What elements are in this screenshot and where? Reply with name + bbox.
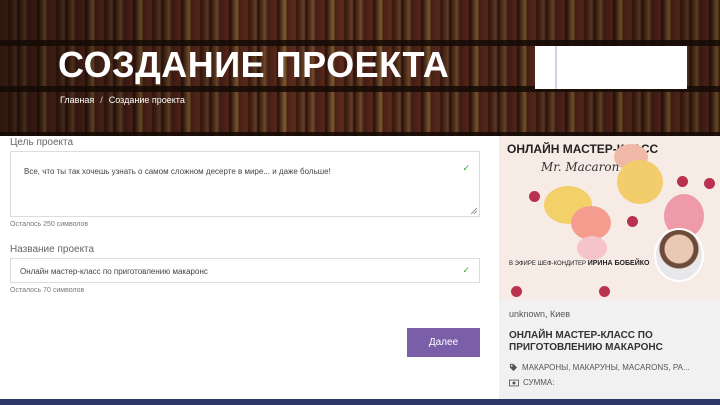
page-header: СОЗДАНИЕ ПРОЕКТА Главная / Создание прое… bbox=[0, 0, 720, 136]
header-blank-panel bbox=[535, 46, 687, 89]
card-sum: СУММА: bbox=[509, 378, 554, 387]
raspberry-shape bbox=[511, 286, 522, 297]
name-label: Название проекта bbox=[10, 244, 95, 255]
goal-hint: Осталось 250 символов bbox=[10, 221, 89, 228]
promo-host: В ЭФИРЕ ШЕФ-КОНДИТЕР ИРИНА БОБЕЙКО bbox=[509, 260, 649, 267]
goal-label: Цель проекта bbox=[10, 137, 74, 148]
project-form: Цель проекта Все, что ты так хочешь узна… bbox=[0, 136, 490, 400]
card-tags: МАКАРОНЫ, МАКАРУНЫ, MACARONS, PA... bbox=[509, 363, 690, 372]
chef-portrait bbox=[654, 228, 704, 282]
macaron-shape bbox=[617, 160, 663, 204]
project-name-input[interactable]: Онлайн мастер-класс по приготовлению мак… bbox=[10, 258, 480, 283]
macaron-shape bbox=[571, 206, 611, 240]
card-location: unknown, Киев bbox=[509, 309, 571, 319]
page-title: СОЗДАНИЕ ПРОЕКТА bbox=[58, 44, 450, 85]
goal-textarea[interactable]: Все, что ты так хочешь узнать о самом сл… bbox=[10, 151, 480, 217]
project-name-text: Онлайн мастер-класс по приготовлению мак… bbox=[20, 267, 208, 276]
raspberry-shape bbox=[704, 178, 715, 189]
promo-brand: Mr. Macaron bbox=[541, 160, 620, 174]
raspberry-shape bbox=[627, 216, 638, 227]
raspberry-shape bbox=[529, 191, 540, 202]
goal-text: Все, что ты так хочешь узнать о самом сл… bbox=[24, 167, 331, 176]
card-tags-text: МАКАРОНЫ, МАКАРУНЫ, MACARONS, PA... bbox=[522, 363, 690, 372]
tag-icon bbox=[509, 363, 518, 372]
promo-host-name: ИРИНА БОБЕЙКО bbox=[587, 260, 650, 267]
breadcrumb-separator: / bbox=[100, 95, 103, 105]
raspberry-shape bbox=[599, 286, 610, 297]
promo-host-prefix: В ЭФИРЕ ШЕФ-КОНДИТЕР bbox=[509, 261, 587, 267]
project-card[interactable]: ОНЛАЙН МАСТЕР-КЛАСС Mr. Macaron В ЭФИРЕ … bbox=[499, 136, 720, 400]
name-hint: Осталось 70 символов bbox=[10, 287, 85, 294]
panel-divider bbox=[555, 46, 557, 89]
card-image: ОНЛАЙН МАСТЕР-КЛАСС Mr. Macaron В ЭФИРЕ … bbox=[499, 136, 720, 300]
card-sum-label: СУММА: bbox=[523, 378, 555, 387]
next-button[interactable]: Далее bbox=[407, 328, 480, 357]
breadcrumb-current: Создание проекта bbox=[108, 95, 185, 105]
money-icon bbox=[509, 379, 519, 386]
breadcrumb: Главная / Создание проекта bbox=[60, 95, 185, 105]
breadcrumb-home-link[interactable]: Главная bbox=[60, 95, 94, 105]
footer-bar bbox=[0, 399, 720, 405]
macaron-shape bbox=[577, 236, 607, 260]
raspberry-shape bbox=[677, 176, 688, 187]
card-title[interactable]: ОНЛАЙН МАСТЕР-КЛАСС ПО ПРИГОТОВЛЕНИЮ МАК… bbox=[509, 330, 714, 354]
check-icon: ✓ bbox=[462, 163, 470, 173]
resize-handle-icon[interactable] bbox=[471, 208, 477, 214]
check-icon: ✓ bbox=[462, 265, 470, 275]
